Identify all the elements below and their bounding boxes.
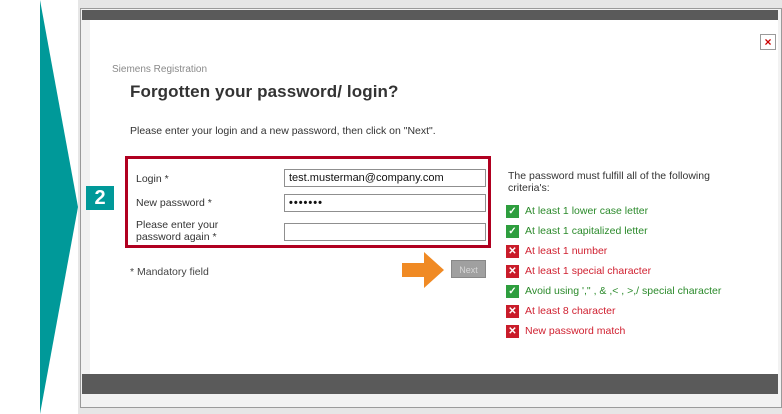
close-button[interactable]: × [760, 34, 776, 50]
overlay-top-band [82, 10, 778, 20]
mandatory-note: * Mandatory field [130, 266, 209, 278]
new-password-label: New password * [136, 197, 212, 209]
repeat-password-label-line2: password again * [136, 231, 217, 243]
check-icon: ✓ [506, 204, 519, 218]
cross-icon: ✕ [506, 304, 519, 318]
check-icon: ✓ [506, 224, 519, 238]
criteria-text: New password match [525, 325, 626, 337]
criteria-item: ✓ At least 1 lower case letter [506, 204, 648, 218]
repeat-password-field[interactable] [284, 223, 486, 241]
next-button[interactable]: Next [451, 260, 486, 278]
orange-arrow-icon [402, 252, 444, 288]
criteria-text: At least 8 character [525, 305, 616, 317]
login-label: Login * [136, 173, 169, 185]
dialog-title: Forgotten your password/ login? [130, 82, 399, 101]
cross-icon: ✕ [506, 244, 519, 258]
criteria-text: At least 1 lower case letter [525, 205, 649, 217]
criteria-item: ✕ At least 8 character [506, 304, 615, 318]
criteria-heading-line1: The password must fulfill all of the fol… [508, 170, 710, 182]
criteria-text: At least 1 capitalized letter [525, 225, 648, 237]
teal-chevron-shape [40, 0, 78, 414]
brand-label: Siemens Registration [112, 64, 208, 75]
criteria-item: ✕ At least 1 special character [506, 264, 651, 278]
criteria-text: At least 1 special character [525, 265, 652, 277]
criteria-item: ✓ Avoid using '," , & ,< , >,/ special ch… [506, 284, 721, 298]
cross-icon: ✕ [506, 324, 519, 338]
criteria-item: ✓ At least 1 capitalized letter [506, 224, 648, 238]
criteria-text: At least 1 number [525, 245, 608, 257]
criteria-item: ✕ At least 1 number [506, 244, 607, 258]
criteria-heading: The password must fulfill all of the fol… [508, 170, 758, 194]
cross-icon: ✕ [506, 264, 519, 278]
login-field[interactable] [284, 169, 486, 187]
new-password-field[interactable]: ••••••• [284, 194, 486, 212]
criteria-text: Avoid using '," , & ,< , >,/ special cha… [525, 285, 722, 297]
repeat-password-label-line1: Please enter your [136, 219, 219, 231]
criteria-item: ✕ New password match [506, 324, 625, 338]
instruction-text: Please enter your login and a new passwo… [130, 125, 436, 137]
check-icon: ✓ [506, 284, 519, 298]
overlay-bottom-band [82, 374, 778, 394]
step-number-badge: 2 [86, 186, 114, 210]
criteria-heading-line2: criteria's: [508, 182, 550, 194]
